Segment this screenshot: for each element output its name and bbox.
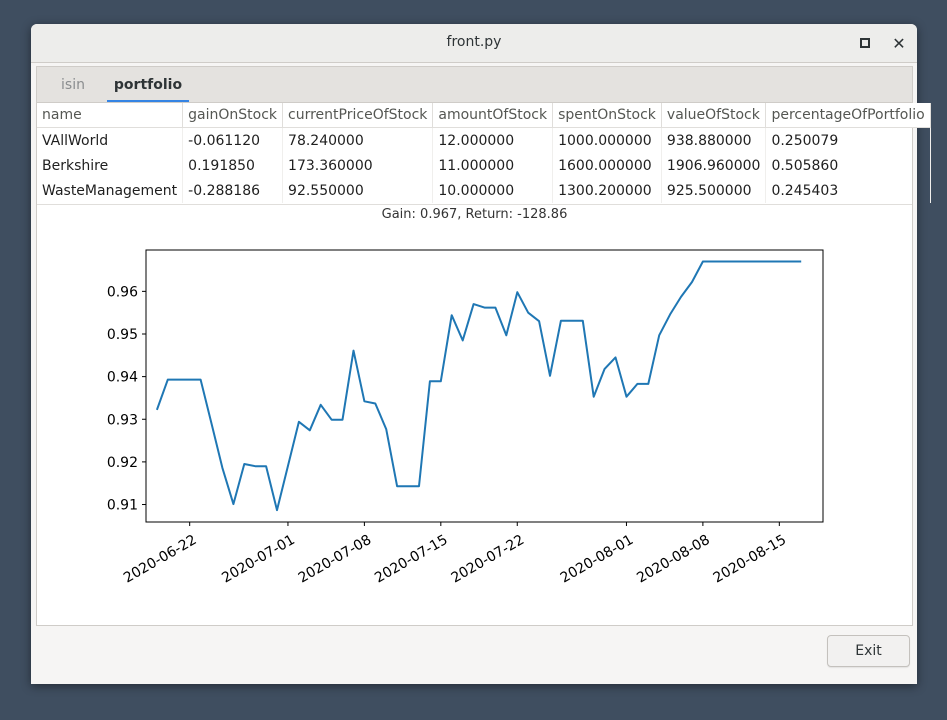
column-header[interactable]: gainOnStock [182,103,284,128]
table-cell[interactable]: -0.061120 [182,127,284,153]
y-tick-label: 0.92 [107,455,138,471]
maximize-button[interactable] [855,33,875,53]
tab-bar: isin portfolio [36,66,913,103]
table-cell[interactable]: 78.240000 [282,127,434,153]
column-header[interactable]: currentPriceOfStock [282,103,434,128]
table-cell[interactable]: Berkshire [37,153,184,178]
table-cell[interactable]: 1906.960000 [661,153,767,178]
table-cell[interactable]: 173.360000 [282,153,434,178]
exit-button[interactable]: Exit [827,635,910,667]
table-cell[interactable]: 92.550000 [282,178,434,203]
table-row[interactable]: WasteManagement -0.288186 92.550000 10.0… [37,178,931,203]
table-cell[interactable]: 925.500000 [661,178,767,203]
column-header[interactable]: percentageOfPortfolio [765,103,931,128]
chart-title: Gain: 0.967, Return: -128.86 [381,207,568,222]
x-tick-label: 2020-08-08 [634,532,712,587]
table-cell[interactable]: 0.191850 [182,153,284,178]
tab-isin[interactable]: isin [47,67,99,103]
portfolio-table: name gainOnStock currentPriceOfStock amo… [37,103,931,203]
x-tick-label: 2020-07-15 [372,532,450,587]
close-button[interactable]: ✕ [889,33,909,53]
table-cell[interactable]: 1600.000000 [552,153,662,178]
title-bar[interactable]: front.py ✕ [31,24,917,63]
table-cell[interactable]: 1300.200000 [552,178,662,203]
x-tick-label: 2020-06-22 [121,532,199,587]
maximize-icon [860,38,870,48]
x-tick-label: 2020-07-08 [296,532,374,587]
table-cell[interactable]: 1000.000000 [552,127,662,153]
x-tick-label: 2020-07-22 [449,532,527,587]
table-cell[interactable]: -0.288186 [182,178,284,203]
y-tick-label: 0.93 [107,412,138,428]
x-tick-label: 2020-08-15 [711,532,789,587]
table-cell[interactable]: 10.000000 [432,178,554,203]
x-tick-label: 2020-07-01 [219,532,297,587]
window-title: front.py [446,34,502,50]
table-cell[interactable]: 12.000000 [432,127,554,153]
close-icon: ✕ [892,33,906,53]
app-window: front.py ✕ isin portfolio name gainOnSto… [31,24,931,684]
table-row[interactable]: Berkshire 0.191850 173.360000 11.000000 … [37,153,931,178]
portfolio-panel: name gainOnStock currentPriceOfStock amo… [36,102,931,626]
column-header[interactable]: amountOfStock [432,103,554,128]
table-divider [37,204,912,205]
column-header[interactable]: valueOfStock [661,103,767,128]
x-tick-label: 2020-08-01 [558,532,636,587]
table-header-row: name gainOnStock currentPriceOfStock amo… [37,103,931,128]
table-cell[interactable]: 0.250079 [765,127,931,153]
series-line [155,260,802,512]
table-cell[interactable]: 0.505860 [765,153,931,178]
y-tick-label: 0.96 [107,284,138,300]
y-tick-label: 0.91 [107,498,138,514]
table-row[interactable]: VAllWorld -0.061120 78.240000 12.000000 … [37,127,931,153]
table-cell[interactable]: WasteManagement [37,178,184,203]
table-cell[interactable]: 0.245403 [765,178,931,203]
table-cell[interactable]: VAllWorld [37,127,184,153]
tab-portfolio[interactable]: portfolio [107,67,189,103]
table-cell[interactable]: 938.880000 [661,127,767,153]
y-tick-label: 0.94 [107,370,138,386]
table-cell[interactable]: 11.000000 [432,153,554,178]
y-tick-label: 0.95 [107,327,138,343]
plot-frame [145,249,824,523]
column-header[interactable]: name [37,103,184,128]
column-header[interactable]: spentOnStock [552,103,662,128]
gain-line-chart: 0.91 0.92 0.93 0.94 0.95 0.96 2020-06-22 2020-0… [107,249,824,587]
